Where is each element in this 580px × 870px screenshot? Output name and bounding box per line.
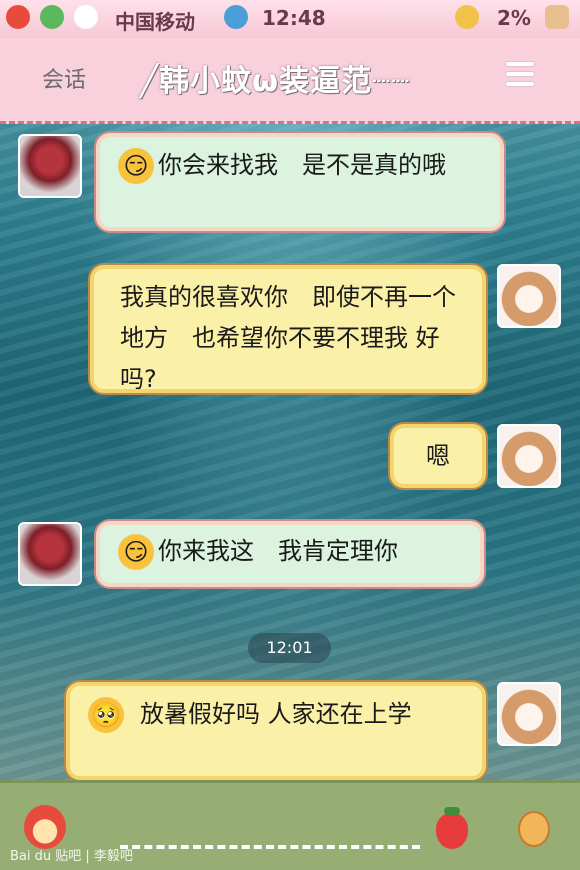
globe-icon — [224, 5, 248, 29]
battery-icon — [545, 5, 569, 29]
carrier-label: 中国移动 — [115, 10, 195, 34]
message-bubble-outgoing[interactable]: 🥺 放暑假好吗 人家还在上学 — [66, 682, 486, 780]
chat-header: 会话 ╱韩小蚊ω装逼范┈┈ — [0, 38, 580, 124]
user-avatar[interactable] — [497, 424, 561, 488]
leaf-icon — [40, 5, 64, 29]
mascot-icon — [6, 5, 30, 29]
user-avatar[interactable] — [497, 264, 561, 328]
message-text: 你会来找我 是不是真的哦 — [158, 151, 446, 179]
input-bar: Bai du 贴吧 | 李毅吧 — [0, 780, 580, 870]
mascot-icon[interactable] — [24, 805, 66, 849]
contact-name: ╱韩小蚊ω装逼范┈┈ — [140, 64, 411, 99]
status-bar: 中国移动 12:48 2% — [0, 0, 580, 38]
input-divider — [120, 845, 420, 849]
pleading-emoji-icon: 🥺 — [88, 697, 124, 733]
contact-avatar[interactable] — [18, 522, 82, 586]
strawberry-icon[interactable] — [436, 807, 468, 849]
message-text: 你来我这 我肯定理你 — [158, 537, 398, 565]
message-bubble-incoming[interactable]: 😏 你会来找我 是不是真的哦 — [96, 133, 504, 231]
list-icon[interactable] — [506, 62, 534, 88]
peanut-icon[interactable] — [518, 811, 550, 847]
message-text: 放暑假好吗 人家还在上学 — [140, 700, 412, 728]
clock: 12:48 — [262, 6, 326, 30]
message-text: 我真的很喜欢你 即使不再一个地方 也希望你不要不理我 好吗? — [120, 283, 456, 393]
battery-percent: 2% — [497, 6, 531, 30]
ufo-icon — [455, 5, 479, 29]
timestamp-chip: 12:01 — [248, 633, 331, 663]
message-text: 嗯 — [426, 442, 450, 470]
user-avatar[interactable] — [497, 682, 561, 746]
smirk-emoji-icon: 😏 — [118, 148, 154, 184]
message-bubble-outgoing[interactable]: 我真的很喜欢你 即使不再一个地方 也希望你不要不理我 好吗? — [90, 265, 486, 393]
watermark: Bai du 贴吧 | 李毅吧 — [10, 849, 133, 864]
back-button[interactable]: 会话 — [42, 62, 86, 94]
message-bubble-incoming[interactable]: 😏 你来我这 我肯定理你 — [96, 521, 484, 587]
smirk-emoji-icon: 😏 — [118, 534, 154, 570]
message-bubble-outgoing[interactable]: 嗯 — [390, 424, 486, 488]
cloud-icon — [74, 5, 98, 29]
contact-avatar[interactable] — [18, 134, 82, 198]
